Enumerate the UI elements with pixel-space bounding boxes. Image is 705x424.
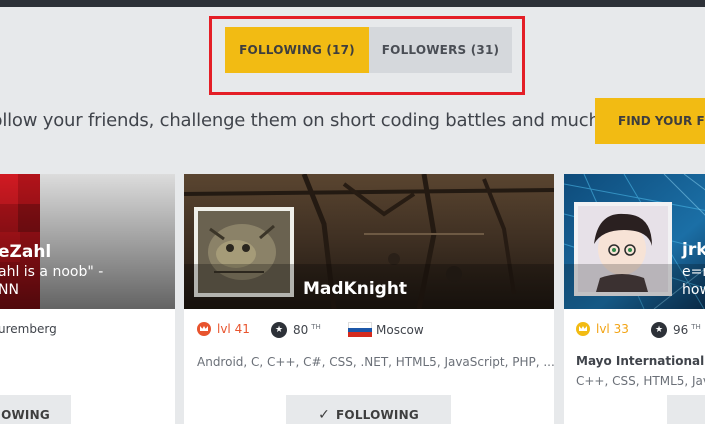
check-icon: ✓ [318, 407, 331, 423]
user-name[interactable]: MadKnight [303, 279, 407, 299]
rank-suffix: TH [691, 323, 701, 331]
user-card[interactable]: eZahl ahl is a noob" - NN uremberg OWING [0, 174, 175, 424]
user-name[interactable]: eZahl [0, 242, 51, 262]
crown-icon [197, 322, 211, 336]
user-company: Mayo International [576, 354, 705, 368]
following-label: FOLLOWING [336, 408, 419, 422]
crown-icon [576, 322, 590, 336]
user-card[interactable]: MadKnight lvl 41 ★ 80 TH Moscow Android, … [184, 174, 554, 424]
user-quote: ahl is a noob" - [0, 264, 104, 280]
tagline: Follow your friends, challenge them on s… [0, 110, 659, 131]
tab-following[interactable]: FOLLOWING (17) [225, 27, 369, 73]
user-name[interactable]: jrk [682, 240, 705, 260]
user-level: lvl 33 [596, 322, 629, 336]
user-level: lvl 41 [217, 322, 250, 336]
top-navigation-bar [0, 0, 705, 7]
star-icon: ★ [271, 322, 287, 338]
russia-flag-icon [348, 322, 372, 338]
user-rank: 96 [673, 323, 689, 337]
user-card[interactable]: jrk e=m how lvl 33 ★ 96TH Mayo Internati… [564, 174, 705, 424]
follow-button[interactable] [667, 395, 705, 424]
following-button[interactable]: OWING [0, 395, 71, 424]
user-city: uremberg [0, 322, 57, 336]
user-languages: C++, CSS, HTML5, Java [576, 374, 705, 388]
user-city: Moscow [376, 322, 424, 337]
user-quote: how [682, 282, 705, 298]
star-icon: ★ [651, 322, 667, 338]
user-quote: NN [0, 282, 19, 298]
user-quote: e=m [682, 264, 705, 280]
user-rank: 80 [293, 323, 309, 337]
user-languages: Android, C, C++, C#, CSS, .NET, HTML5, J… [197, 355, 554, 369]
tab-followers[interactable]: FOLLOWERS (31) [369, 27, 512, 73]
find-friends-button[interactable]: FIND YOUR FRIENDS [595, 98, 705, 144]
rank-suffix: TH [311, 323, 321, 331]
following-button[interactable]: ✓ FOLLOWING [286, 395, 451, 424]
